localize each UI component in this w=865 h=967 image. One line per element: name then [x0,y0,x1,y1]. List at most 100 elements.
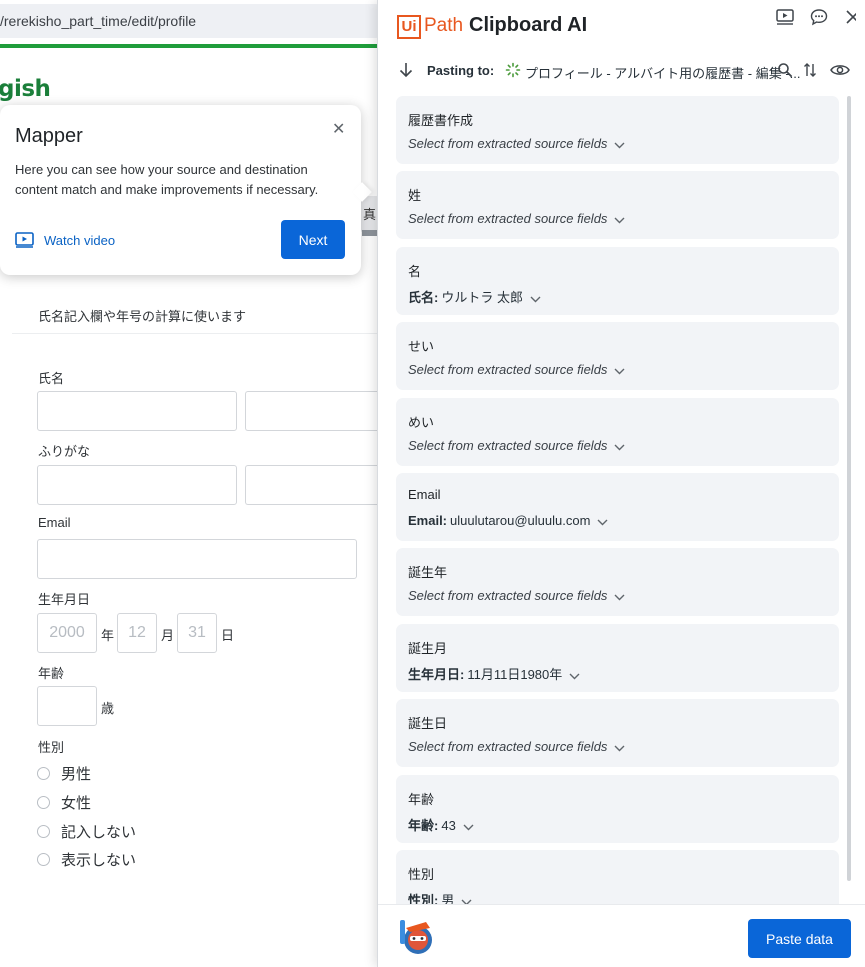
mapping-card: 誕生日 Select from extracted source fields [396,699,839,768]
source-field-placeholder: Select from extracted source fields [408,211,608,227]
source-field-value: uluulutarou@uluulu.com [450,513,591,528]
chevron-down-icon[interactable] [569,668,580,683]
mapping-card: 性別性別: 男 [396,850,839,904]
chevron-down-icon[interactable] [530,291,541,306]
mapping-card: せい Select from extracted source fields [396,322,839,391]
chevron-down-icon[interactable] [614,212,625,227]
source-field-label: 年齢: [408,817,439,833]
birth-day-input[interactable]: 31 [177,613,217,653]
first-name-kana-input[interactable] [245,465,380,505]
paste-data-button[interactable]: Paste data [748,919,851,958]
video-icon [15,232,34,248]
furigana-label: ふりがな [38,444,91,459]
source-field-select[interactable]: Select from extracted source fields [408,438,625,454]
mapping-card: 名氏名: ウルトラ 太郎 [396,246,839,315]
radio-label: 表示しない [61,852,137,869]
destination-field-name: 性別 [408,867,435,882]
gender-label: 性別 [38,740,65,755]
divider [12,333,380,334]
mapping-card: Email Email: uluulutarou@uluulu.com [396,473,839,541]
chevron-down-icon[interactable] [463,819,474,834]
source-field-label: Email: [408,513,448,528]
chevron-down-icon[interactable] [597,514,608,529]
source-field-placeholder: Select from extracted source fields [408,739,608,755]
search-icon[interactable] [777,62,793,78]
source-field-select[interactable]: Select from extracted source fields [408,588,625,604]
source-field-value: ウルトラ 太郎 [441,289,523,305]
logo-path-text: Path [424,15,464,36]
watch-video-label: Watch video [44,233,116,248]
address-bar[interactable]: /rerekisho_part_time/edit/profile [0,4,380,38]
birth-month-unit: 月 [161,628,175,643]
mapping-card: 年齢年齢: 43 [396,774,839,843]
footer-divider [378,904,865,905]
name-label: 氏名 [38,371,65,386]
destination-page-title[interactable]: プロフィール - アルバイト用の履歴書 - 編集 -... [525,63,801,82]
close-icon[interactable]: ✕ [332,119,345,139]
radio-label: 女性 [61,795,92,812]
arrow-down-icon[interactable] [398,61,414,79]
source-field-select[interactable]: 氏名: ウルトラ 太郎 [408,287,541,306]
age-input[interactable] [37,686,97,726]
sort-icon[interactable] [803,62,817,78]
radio-label: 男性 [61,766,92,783]
birth-year-input[interactable]: 2000 [37,613,97,653]
destination-field-name: 姓 [408,188,422,204]
mapping-card: 履歴書作成 Select from extracted source fields [396,96,839,164]
header-accent-line [0,44,380,48]
source-field-select[interactable]: Select from extracted source fields [408,739,625,755]
source-field-value: 43 [441,817,456,833]
app-title: Clipboard AI [469,14,588,36]
radio-button[interactable] [37,796,50,809]
source-field-select[interactable]: 性別: 男 [408,890,472,904]
source-field-select[interactable]: Select from extracted source fields [408,136,625,152]
source-field-label: 生年月日: [408,666,465,682]
pasting-to-label: Pasting to: [427,63,495,78]
next-button[interactable]: Next [281,220,345,259]
source-field-select[interactable]: 生年月日: 11月11日1980年 [408,664,580,683]
scrollbar[interactable] [847,96,851,881]
destination-field-name: 年齢 [408,791,435,807]
last-name-kana-input[interactable] [37,465,237,505]
mapper-title: Mapper [15,125,83,147]
close-icon[interactable] [844,8,856,26]
chevron-down-icon[interactable] [461,894,472,904]
chevron-down-icon[interactable] [614,740,625,755]
birth-month-input[interactable]: 12 [117,613,157,653]
source-field-placeholder: Select from extracted source fields [408,588,608,604]
mapping-card: 誕生月生年月日: 11月11日1980年 [396,623,839,692]
radio-button[interactable] [37,767,50,780]
source-field-placeholder: Select from extracted source fields [408,136,608,151]
last-name-input[interactable] [37,391,237,431]
destination-field-name: 名 [408,263,422,279]
clipboard-ai-panel: Ui Path Clipboard AI Pasting to: プロフィール … [377,0,865,967]
source-field-select[interactable]: Email: uluulutarou@uluulu.com [408,513,608,529]
radio-button[interactable] [37,853,50,866]
chevron-down-icon[interactable] [614,589,625,604]
loading-spinner-icon [505,62,521,78]
age-label: 年齢 [38,666,65,681]
chevron-down-icon[interactable] [614,439,625,454]
source-field-value: 11月11日1980年 [467,666,563,682]
mapping-card: 誕生年 Select from extracted source fields [396,548,839,617]
site-logo[interactable]: gish [0,76,51,102]
source-field-select[interactable]: 年齢: 43 [408,815,474,834]
radio-button[interactable] [37,825,50,838]
video-icon[interactable] [776,8,794,26]
chat-icon[interactable] [810,8,828,26]
first-name-input[interactable] [245,391,380,431]
chevron-down-icon[interactable] [614,363,625,378]
source-field-select[interactable]: Select from extracted source fields [408,211,625,227]
eye-icon[interactable] [830,62,850,78]
destination-field-name: めい [408,414,435,430]
source-field-select[interactable]: Select from extracted source fields [408,362,625,378]
destination-field-name: 誕生年 [408,565,448,581]
destination-field-name: 誕生月 [408,640,448,656]
field-mapping-list: 履歴書作成 Select from extracted source fields… [396,96,840,904]
chevron-down-icon[interactable] [614,137,625,152]
source-field-label: 性別: [408,893,439,904]
email-field[interactable] [37,539,357,579]
birth-day-unit: 日 [221,628,235,643]
age-unit: 歳 [101,701,115,716]
mapping-card: めい Select from extracted source fields [396,397,839,466]
